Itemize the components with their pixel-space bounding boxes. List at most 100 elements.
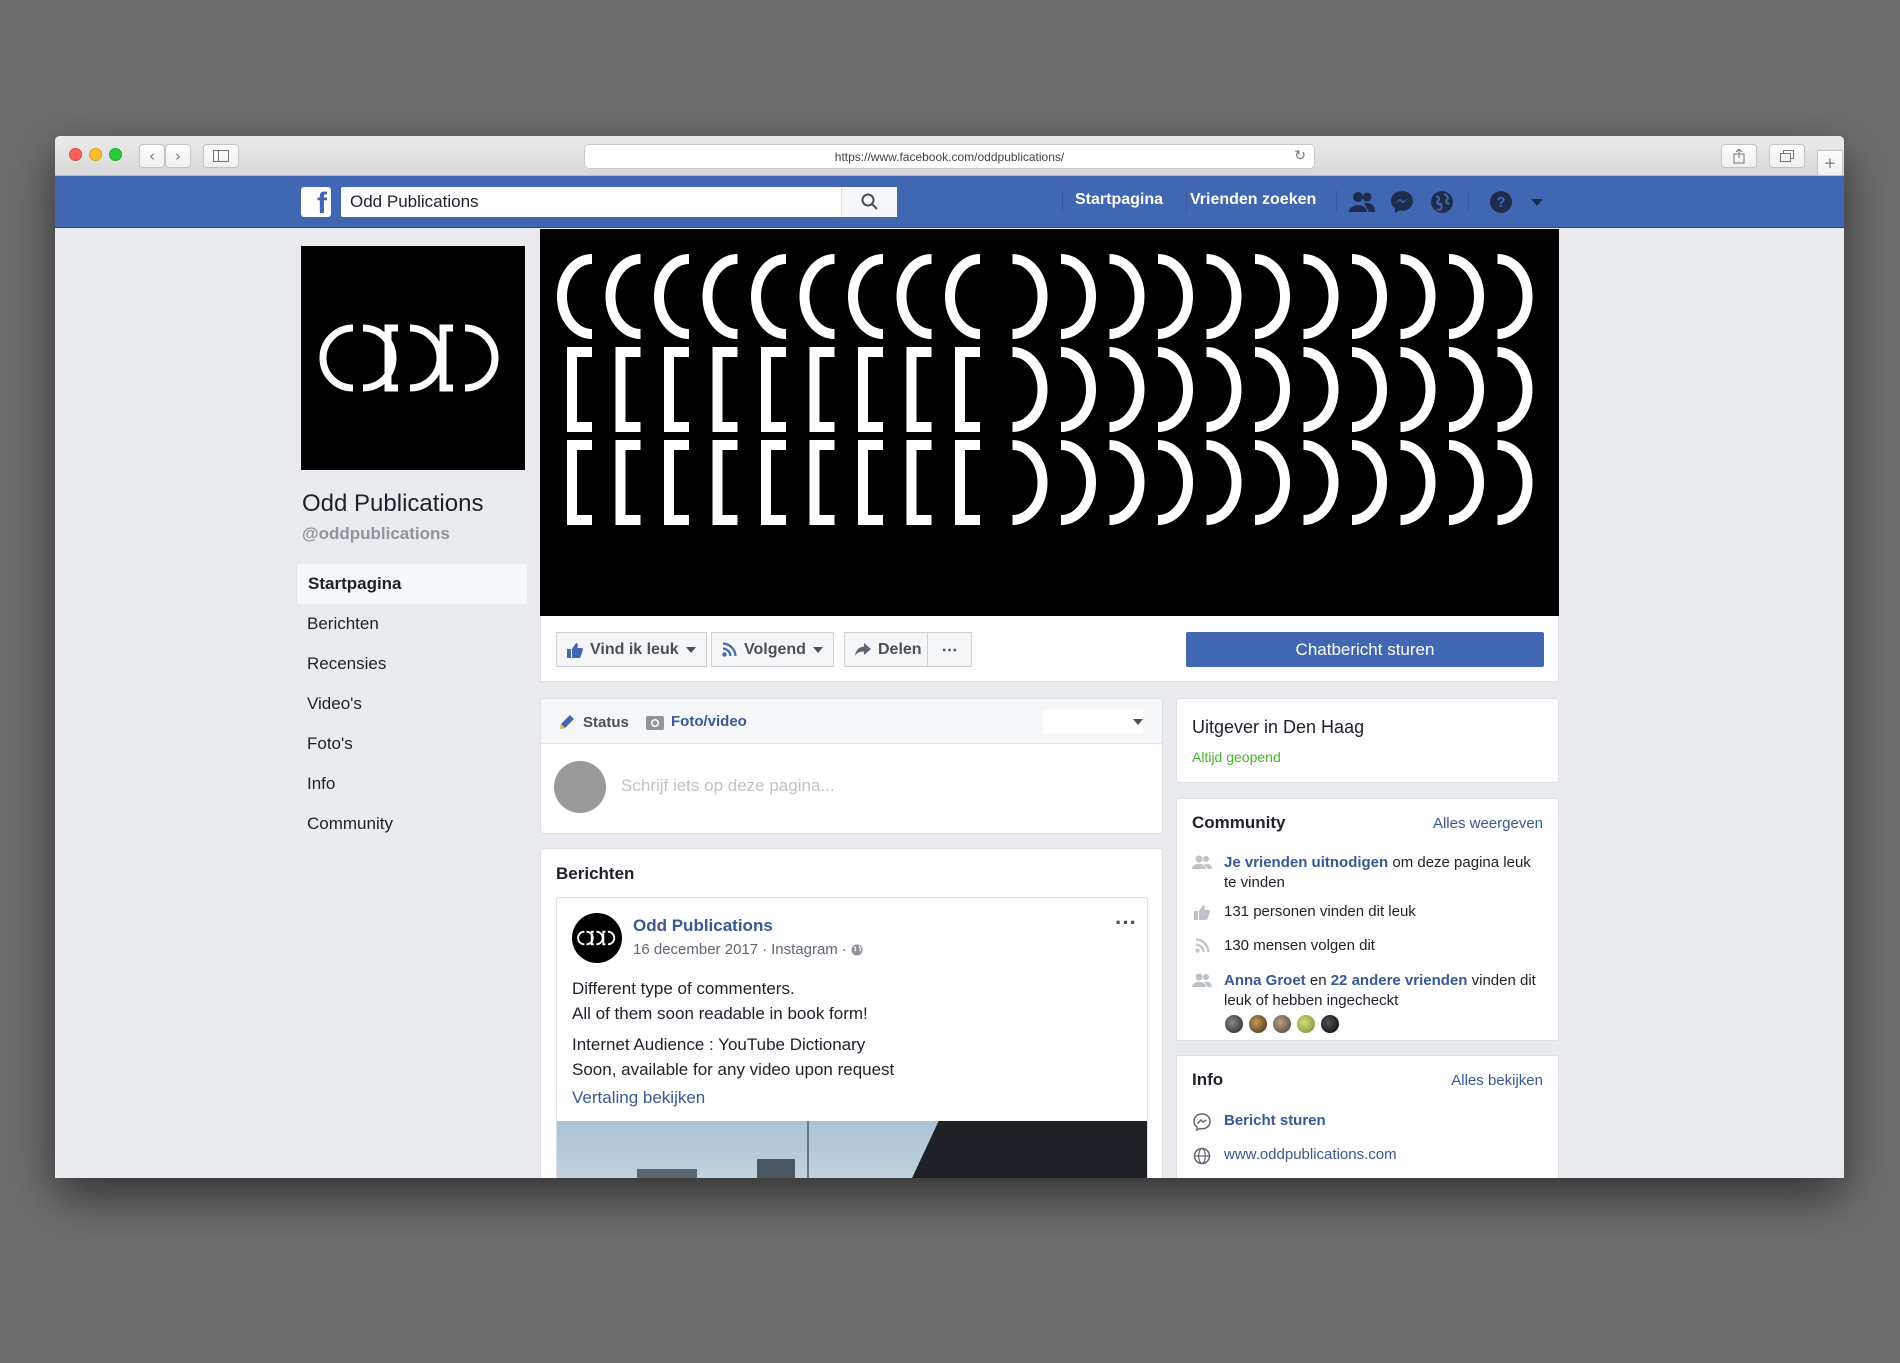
caret-down-icon: [685, 646, 696, 653]
search-value: Odd Publications: [350, 192, 479, 211]
friend-name-link[interactable]: Anna Groet: [1224, 972, 1306, 989]
send-message-link[interactable]: Bericht sturen: [1224, 1111, 1326, 1131]
cover-glyph: [1351, 254, 1387, 339]
cover-glyph: [1448, 254, 1484, 339]
friend-requests-icon[interactable]: [1348, 188, 1376, 216]
other-friends-link[interactable]: 22 andere vrienden: [1331, 972, 1468, 989]
friend-avatar[interactable]: [1272, 1014, 1292, 1034]
chevron-left-icon: ‹: [149, 147, 155, 165]
more-actions-button[interactable]: ⋯: [927, 632, 972, 667]
community-likes-row: 131 personen vinden dit leuk: [1192, 902, 1546, 922]
community-see-all-link[interactable]: Alles weergeven: [1433, 815, 1543, 832]
sidebar-toggle-button[interactable]: [203, 144, 239, 168]
messenger-icon[interactable]: [1388, 188, 1416, 216]
friends-activity-text: Anna Groet en 22 andere vrienden vinden …: [1224, 971, 1546, 1011]
account-menu-caret-icon[interactable]: [1523, 188, 1551, 216]
notifications-globe-icon[interactable]: [1428, 188, 1456, 216]
left-nav-item-reviews[interactable]: Recensies: [296, 644, 527, 684]
page-handle[interactable]: @oddpublications: [302, 524, 450, 544]
sidebar-icon: [213, 150, 229, 162]
cover-photo[interactable]: [540, 229, 1559, 616]
odd-logo: [577, 930, 616, 946]
post-author-name[interactable]: Odd Publications: [633, 916, 773, 936]
back-button[interactable]: ‹: [139, 144, 165, 168]
reload-icon[interactable]: ↻: [1294, 148, 1306, 164]
left-nav-item-posts[interactable]: Berichten: [296, 604, 527, 644]
post-date[interactable]: 16 december 2017: [633, 941, 758, 958]
friend-avatar[interactable]: [1320, 1014, 1340, 1034]
address-bar[interactable]: https://www.facebook.com/oddpublications…: [584, 144, 1315, 169]
cover-glyph: [906, 347, 932, 432]
share-button[interactable]: [1721, 144, 1757, 168]
post-image[interactable]: [557, 1121, 1147, 1178]
facebook-topbar: f Odd Publications Startpagina Vrienden …: [55, 176, 1844, 228]
left-nav-item-photos[interactable]: Foto's: [296, 724, 527, 764]
cover-glyph: [1254, 347, 1290, 432]
tabs-overview-button[interactable]: [1769, 144, 1805, 168]
search-icon: [861, 193, 878, 210]
audience-selector[interactable]: [1043, 709, 1143, 733]
left-nav-label: Recensies: [307, 654, 387, 673]
camera-icon: [646, 715, 664, 730]
nav-home-link[interactable]: Startpagina: [1075, 191, 1163, 209]
like-button[interactable]: Vind ik leuk: [556, 632, 707, 667]
post-options-icon[interactable]: ···: [1115, 910, 1137, 936]
facebook-logo[interactable]: f: [301, 187, 331, 217]
cover-glyph: [858, 347, 883, 432]
left-nav-item-videos[interactable]: Video's: [296, 684, 527, 724]
search-input[interactable]: Odd Publications: [341, 187, 897, 217]
posts-section: Berichten Odd Publications 16 december 2…: [540, 848, 1163, 1178]
cover-glyph: [567, 440, 592, 525]
new-tab-button[interactable]: +: [1817, 150, 1843, 176]
left-nav-item-community[interactable]: Community: [296, 804, 527, 844]
friend-avatar[interactable]: [1296, 1014, 1316, 1034]
composer-input[interactable]: Schrijf iets op deze pagina...: [621, 776, 835, 796]
friends-icon: [1192, 971, 1212, 1034]
share-page-button[interactable]: Delen: [844, 632, 933, 667]
cover-glyph: [799, 254, 835, 339]
thumbs-up-icon: [1192, 902, 1212, 922]
zoom-window-button[interactable]: [109, 148, 122, 161]
send-message-button[interactable]: Chatbericht sturen: [1186, 632, 1544, 667]
cover-glyph: [1351, 347, 1387, 432]
tab-photo-video[interactable]: Foto/video: [646, 713, 747, 730]
forward-button[interactable]: ›: [165, 144, 191, 168]
chevron-right-icon: ›: [175, 147, 181, 165]
caret-down-icon[interactable]: [1133, 719, 1143, 725]
cover-glyph: [1012, 347, 1048, 432]
meta-separator: ·: [762, 941, 768, 958]
image-building: [637, 1169, 697, 1178]
cover-glyph: [1109, 347, 1145, 432]
post-card: Odd Publications 16 december 2017 · Inst…: [556, 897, 1148, 1178]
cover-glyph: [761, 440, 786, 525]
friend-avatar[interactable]: [1248, 1014, 1268, 1034]
cover-glyph: [1497, 347, 1533, 432]
profile-picture[interactable]: [301, 246, 525, 470]
post-text-line: Soon, available for any video upon reque…: [572, 1060, 895, 1079]
minimize-window-button[interactable]: [89, 148, 102, 161]
search-button[interactable]: [841, 187, 897, 217]
left-nav-item-home[interactable]: Startpagina: [296, 564, 527, 604]
invite-friends-link[interactable]: Je vrienden uitnodigen: [1224, 854, 1388, 871]
cover-glyph: [1303, 254, 1339, 339]
cover-glyph: [615, 440, 641, 525]
nav-separator: [1186, 190, 1187, 212]
friend-avatar[interactable]: [1224, 1014, 1244, 1034]
translate-link[interactable]: Vertaling bekijken: [572, 1085, 894, 1110]
cover-glyph: [1400, 440, 1436, 525]
messenger-outline-icon: [1192, 1111, 1212, 1131]
following-button[interactable]: Volgend: [711, 632, 834, 667]
left-nav-label: Community: [307, 814, 393, 833]
cover-glyph: [1060, 440, 1096, 525]
close-window-button[interactable]: [69, 148, 82, 161]
left-nav-item-info[interactable]: Info: [296, 764, 527, 804]
info-see-all-link[interactable]: Alles bekijken: [1451, 1072, 1543, 1089]
help-icon[interactable]: ?: [1487, 188, 1515, 216]
website-link[interactable]: www.oddpublications.com: [1224, 1145, 1397, 1165]
cover-glyph: [1206, 254, 1242, 339]
follows-count-text: 130 mensen volgen dit: [1224, 937, 1375, 954]
nav-find-friends-link[interactable]: Vrienden zoeken: [1190, 191, 1316, 209]
post-author-avatar[interactable]: [572, 913, 622, 963]
cover-glyph: [1448, 347, 1484, 432]
tab-status[interactable]: Status: [558, 713, 629, 731]
